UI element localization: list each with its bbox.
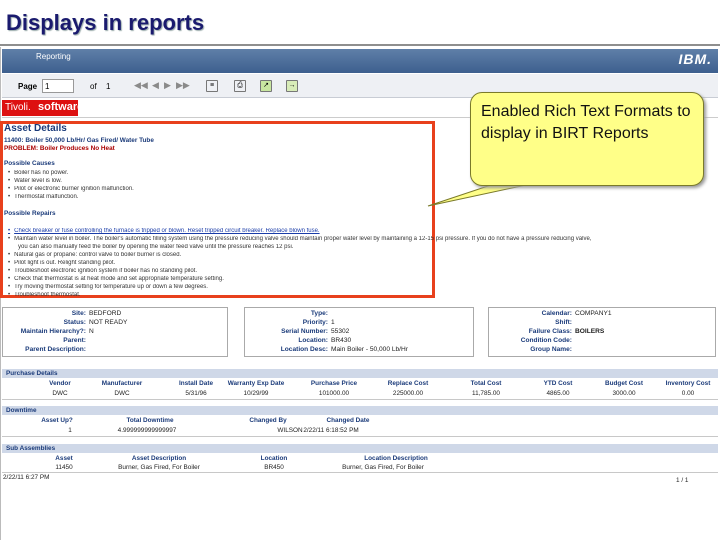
field-label: Status:	[63, 319, 86, 326]
table-cell: 1	[68, 427, 72, 434]
field-label: Failure Class:	[528, 328, 572, 335]
table-cell: 0.00	[681, 390, 695, 397]
column-header: Location Description	[364, 455, 428, 462]
footer-timestamp: 2/22/11 6:27 PM	[3, 474, 50, 481]
column-header: Budget Cost	[605, 380, 643, 387]
field-label: Location:	[298, 337, 328, 344]
footer-paging: 1 / 1	[676, 477, 689, 484]
table-cell: 11,785.00	[472, 390, 500, 397]
column-header: Vendor	[49, 380, 71, 387]
column-header: Location	[260, 455, 288, 462]
field-label: Group Name:	[530, 346, 572, 353]
column-header: Total Cost	[470, 380, 502, 387]
field-value: Main Boiler - 50,000 Lb/Hr	[331, 346, 408, 353]
field-value: 55302	[331, 328, 350, 335]
column-header: Changed By	[249, 417, 287, 424]
field-label: Shift:	[555, 319, 572, 326]
table-cell: 5/31/96	[185, 390, 207, 397]
column-header: Manufacturer	[101, 380, 143, 387]
table-cell: DWC	[114, 390, 130, 397]
table-cell: 4.999999999999997	[117, 427, 177, 434]
field-label: Serial Number:	[281, 328, 328, 335]
column-header: Asset	[55, 455, 73, 462]
column-header: Inventory Cost	[665, 380, 711, 387]
table-cell: 2/22/11 6:18:52 PM	[303, 427, 359, 434]
column-header: Install Date	[178, 380, 214, 387]
row-divider	[2, 436, 718, 437]
field-value: 1	[331, 319, 335, 326]
column-header: Total Downtime	[126, 417, 174, 424]
field-label: Parent:	[63, 337, 86, 344]
purchase-details-band: Purchase Details	[2, 369, 718, 378]
column-header: Warranty Exp Date	[227, 380, 285, 387]
table-cell: 101000.00	[318, 390, 350, 397]
downtime-band: Downtime	[2, 406, 718, 415]
field-value: BOILERS	[575, 328, 605, 335]
field-value: BR430	[331, 337, 352, 344]
column-header: Purchase Price	[310, 380, 358, 387]
field-label: Priority:	[302, 319, 328, 326]
callout-note: Enabled Rich Text Formats to display in …	[470, 92, 704, 186]
column-header: YTD Cost	[543, 380, 573, 387]
field-label: Type:	[310, 310, 328, 317]
field-label: Maintain Hierarchy?:	[20, 328, 86, 335]
table-cell: 3000.00	[612, 390, 636, 397]
field-label: Location Desc:	[280, 346, 328, 353]
column-header: Replace Cost	[387, 380, 429, 387]
table-cell: 225000.00	[392, 390, 424, 397]
table-cell: DWC	[52, 390, 68, 397]
field-value: BEDFORD	[89, 310, 122, 317]
table-cell: Burner, Gas Fired, For Boiler	[342, 464, 424, 471]
field-label: Parent Description:	[25, 346, 86, 353]
table-cell: 10/29/99	[243, 390, 269, 397]
table-cell: 11450	[55, 464, 73, 471]
field-label: Site:	[71, 310, 86, 317]
field-value: N	[89, 328, 94, 335]
table-cell: Burner, Gas Fired, For Boiler	[118, 464, 200, 471]
column-header: Changed Date	[326, 417, 370, 424]
table-cell: BR450	[264, 464, 284, 471]
column-header: Asset Up?	[41, 417, 73, 424]
field-value: COMPANY1	[575, 310, 612, 317]
table-cell: 4865.00	[546, 390, 570, 397]
column-header: Asset Description	[131, 455, 187, 462]
sub-assemblies-band: Sub Assemblies	[2, 444, 718, 453]
field-label: Calendar:	[541, 310, 572, 317]
row-divider	[2, 472, 718, 473]
row-divider	[2, 399, 718, 400]
field-value: NOT READY	[89, 319, 128, 326]
field-label: Condition Code:	[520, 337, 572, 344]
